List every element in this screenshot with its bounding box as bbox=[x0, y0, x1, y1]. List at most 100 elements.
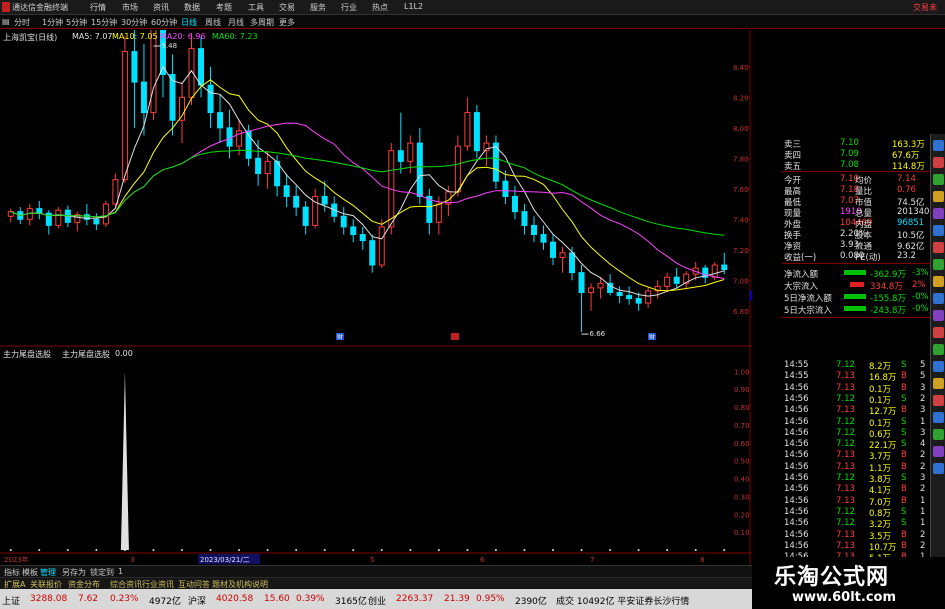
indicator-chart[interactable]: 1.00 0.90 0.80 0.70 0.60 0.50 0.40 0.30 0.20 0.10… bbox=[0, 347, 752, 565]
tick-side: B bbox=[901, 450, 907, 461]
sidebar-tool-icon[interactable] bbox=[933, 446, 944, 457]
period-tab[interactable]: 多周期 bbox=[250, 17, 274, 28]
flow-value: -155.8万 bbox=[870, 294, 906, 304]
panel-row: 14:56 7.13 3.5万 B 2 bbox=[752, 529, 930, 542]
stat-value: 23.2 bbox=[897, 251, 916, 261]
menu-item[interactable]: 行业 bbox=[341, 2, 357, 13]
sidebar-tool-icon[interactable] bbox=[933, 293, 944, 304]
sidebar-tool-icon[interactable] bbox=[933, 463, 944, 474]
tick-price: 7.12 bbox=[836, 439, 855, 450]
menu-item[interactable]: 热点 bbox=[372, 2, 388, 13]
indicator-tab[interactable]: 1 bbox=[118, 567, 123, 576]
period-tab[interactable]: 日线 bbox=[181, 17, 197, 28]
y-tick-label: 8.20 bbox=[733, 94, 749, 102]
x-tick-label: 8 bbox=[700, 556, 704, 564]
x-tick-label: 6 bbox=[480, 556, 485, 564]
sidebar-tool-icon[interactable] bbox=[933, 395, 944, 406]
candle-body bbox=[150, 30, 157, 114]
indicator-baseline-dot bbox=[494, 549, 497, 551]
index-name[interactable]: 上证 bbox=[2, 594, 20, 607]
trade-button[interactable]: 交易未 bbox=[913, 2, 937, 13]
candle-body bbox=[559, 252, 566, 258]
menu-item[interactable]: L1L2 bbox=[404, 2, 423, 11]
sidebar-tool-icon[interactable] bbox=[933, 259, 944, 270]
period-tab[interactable]: 周线 bbox=[205, 17, 221, 28]
index-name[interactable]: 创业 bbox=[368, 594, 386, 607]
indicator-baseline-dot bbox=[666, 549, 669, 551]
indicator-baseline-dot bbox=[266, 549, 269, 551]
y-tick-label: 7.00 bbox=[733, 277, 749, 285]
candlestick-chart[interactable]: 8.40 8.20 8.00 7.80 7.60 7.40 7.20 7.00 6.80 9.48… bbox=[0, 30, 752, 347]
tick-volume: 10.7万 bbox=[869, 542, 897, 553]
panel-row: 14:56 7.12 0.6万 S 3 bbox=[752, 428, 930, 440]
menu-item[interactable]: 行情 bbox=[90, 2, 106, 13]
indicator-baseline-dot bbox=[523, 549, 526, 551]
period-tab[interactable]: 30分钟 bbox=[121, 17, 147, 28]
x-tick-label: 3 bbox=[130, 556, 134, 564]
period-menu-icon[interactable]: ▤ bbox=[2, 17, 10, 26]
sidebar-tool-icon[interactable] bbox=[933, 191, 944, 202]
sidebar-tool-icon[interactable] bbox=[933, 327, 944, 338]
menu-item[interactable]: 数据 bbox=[184, 2, 200, 13]
sidebar-tool-icon[interactable] bbox=[933, 429, 944, 440]
candle-body bbox=[511, 195, 518, 213]
period-tab[interactable]: 分时 bbox=[14, 17, 30, 28]
sidebar-tool-icon[interactable] bbox=[933, 242, 944, 253]
panel-row: 换手 2.20% 股本 10.5亿 bbox=[752, 229, 930, 241]
ask-price: 7.10 bbox=[840, 138, 859, 148]
sidebar-tool-icon[interactable] bbox=[933, 412, 944, 423]
stat-value: 96851 bbox=[897, 218, 925, 228]
tick-price: 7.13 bbox=[836, 540, 855, 551]
tick-volume: 0.1万 bbox=[869, 395, 892, 406]
period-tab[interactable]: 1分钟 bbox=[42, 17, 63, 28]
candle-body bbox=[578, 272, 585, 293]
x-tick-label: 2023年 bbox=[4, 555, 29, 564]
index-pct: 0.95% bbox=[476, 594, 505, 604]
period-tab[interactable]: 5分钟 bbox=[66, 17, 87, 28]
indicator-spike bbox=[120, 371, 129, 550]
x-tick-label: 2023/03/21/二 bbox=[200, 556, 250, 564]
indicator-baseline-dot bbox=[66, 549, 69, 551]
app-title: 通达信金融终端 bbox=[12, 3, 68, 12]
menu-item[interactable]: 工具 bbox=[248, 2, 264, 13]
sidebar-tool-icon[interactable] bbox=[933, 140, 944, 151]
menu-item[interactable]: 考题 bbox=[216, 2, 232, 13]
candle-body bbox=[112, 179, 119, 205]
indicator-y-tick: 1.00 bbox=[734, 368, 750, 376]
tick-side: S bbox=[901, 473, 907, 483]
period-tab[interactable]: 更多 bbox=[279, 17, 295, 28]
candle-body bbox=[673, 276, 680, 284]
sidebar-tool-icon[interactable] bbox=[933, 157, 944, 168]
menu-item[interactable]: 资讯 bbox=[153, 2, 169, 13]
panel-row: 14:55 7.13 16.8万 B 5 bbox=[752, 371, 930, 383]
menu-item[interactable]: 服务 bbox=[310, 2, 326, 13]
flow-pct: -3% bbox=[912, 268, 929, 278]
tick-price: 7.13 bbox=[836, 529, 855, 540]
tick-side: S bbox=[901, 506, 907, 517]
tick-side: B bbox=[901, 529, 907, 540]
menu-item[interactable]: 市场 bbox=[122, 2, 138, 13]
sidebar-tool-icon[interactable] bbox=[933, 276, 944, 287]
sidebar-tool-icon[interactable] bbox=[933, 310, 944, 321]
candle-body bbox=[473, 112, 480, 152]
event-marker bbox=[451, 333, 459, 340]
menu-item[interactable]: 交易 bbox=[279, 2, 295, 13]
indicator-y-tick: 0.80 bbox=[734, 404, 750, 412]
candle-body bbox=[36, 208, 43, 214]
sidebar-tool-icon[interactable] bbox=[933, 225, 944, 236]
sidebar-tool-icon[interactable] bbox=[933, 361, 944, 372]
sidebar-tool-icon[interactable] bbox=[933, 208, 944, 219]
indicator-baseline-dot bbox=[694, 549, 697, 551]
period-tab[interactable]: 15分钟 bbox=[91, 17, 117, 28]
sidebar-tool-icon[interactable] bbox=[933, 378, 944, 389]
tick-time: 14:56 bbox=[784, 518, 809, 529]
candle-body bbox=[521, 211, 528, 226]
period-tab[interactable]: 月线 bbox=[228, 17, 244, 28]
index-name[interactable]: 沪深 bbox=[188, 594, 206, 607]
tick-count: 1 bbox=[920, 495, 926, 506]
sidebar-tool-icon[interactable] bbox=[933, 344, 944, 355]
period-toolbar: ▤ 分时 1分钟 5分钟 15分钟 30分钟 60分钟 日线 周线 月线 多周期 更多 bbox=[0, 15, 945, 29]
index-value: 4020.58 bbox=[216, 594, 254, 604]
period-tab[interactable]: 60分钟 bbox=[151, 17, 177, 28]
sidebar-tool-icon[interactable] bbox=[933, 174, 944, 185]
